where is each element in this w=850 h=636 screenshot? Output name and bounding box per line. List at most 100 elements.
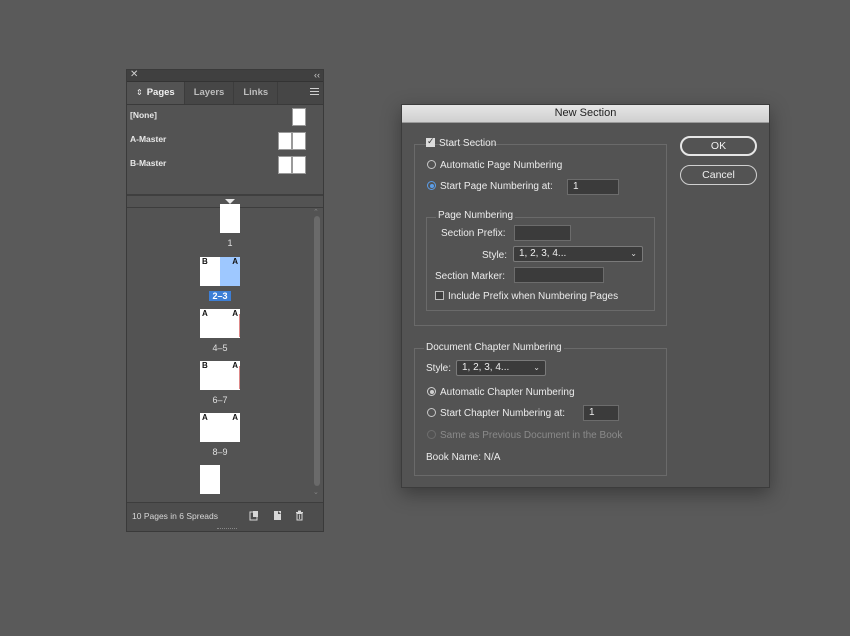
page-master-letter: A	[232, 309, 238, 318]
close-icon[interactable]: ✕	[130, 69, 138, 81]
automatic-page-numbering-radio[interactable]: Automatic Page Numbering	[427, 160, 562, 171]
page-edge	[239, 314, 240, 337]
master-b[interactable]: B-Master	[130, 158, 166, 168]
tab-pages[interactable]: ⇕ Pages	[127, 82, 185, 104]
style-label: Style:	[482, 250, 508, 261]
radio-on-icon[interactable]	[427, 387, 436, 396]
spread-label-text: 4–5	[212, 343, 228, 353]
pages-area: 1 B A 2–3 A A 4–5 B A 6–7 A A 8–9 ⌃ ⌄	[127, 196, 323, 512]
cancel-button[interactable]: Cancel	[680, 165, 757, 185]
spread-label-text: 2–3	[209, 291, 231, 301]
chapter-numbering-legend: Document Chapter Numbering	[424, 342, 564, 353]
book-name-text: Book Name: N/A	[426, 452, 501, 463]
panel-menu-icon[interactable]	[310, 88, 319, 95]
start-chapter-number-field[interactable]: 1	[583, 405, 619, 421]
checkbox-unchecked-icon[interactable]	[435, 291, 444, 300]
panel-titlebar: ✕ ‹‹	[127, 69, 323, 82]
page-thumbnail[interactable]	[220, 204, 240, 233]
master-none-label: [None]	[130, 110, 157, 120]
checkbox-checked-icon[interactable]	[426, 136, 435, 147]
page-thumbnail[interactable]	[200, 465, 220, 494]
page-master-letter: A	[202, 413, 208, 422]
section-marker-label: Section Marker:	[435, 271, 506, 282]
spread-label: 8–9	[190, 447, 250, 457]
page-thumbnail[interactable]: A	[220, 309, 240, 338]
chapter-style-value: 1, 2, 3, 4...	[462, 362, 510, 373]
master-a[interactable]: A-Master	[130, 134, 166, 144]
same-as-previous-radio: Same as Previous Document in the Book	[427, 430, 622, 441]
resize-grip[interactable]	[217, 528, 237, 531]
start-page-numbering-label: Start Page Numbering at:	[440, 181, 553, 192]
section-marker-field[interactable]	[514, 267, 604, 283]
page-master-letter: A	[202, 309, 208, 318]
page-thumbnail[interactable]: A	[220, 361, 240, 390]
include-prefix-checkbox[interactable]: Include Prefix when Numbering Pages	[435, 291, 618, 302]
start-section-label: Start Section	[439, 138, 497, 149]
scroll-up-icon[interactable]: ⌃	[313, 208, 319, 216]
spread-label-text: 8–9	[212, 447, 228, 457]
master-none-thumbnail[interactable]	[292, 108, 306, 126]
master-a-right-thumbnail[interactable]	[292, 132, 306, 150]
include-prefix-label: Include Prefix when Numbering Pages	[448, 291, 619, 302]
start-page-number-field[interactable]: 1	[567, 179, 619, 195]
spread-label-text: 1	[227, 238, 233, 248]
master-b-left-thumbnail[interactable]	[278, 156, 292, 174]
master-none[interactable]: [None]	[130, 110, 157, 120]
section-prefix-field[interactable]	[514, 225, 571, 241]
page-thumbnail[interactable]: A	[200, 413, 220, 442]
chevron-down-icon: ⌄	[630, 249, 637, 258]
start-page-numbering-radio[interactable]: Start Page Numbering at:	[427, 181, 553, 192]
page-master-letter: A	[232, 257, 238, 266]
page-thumbnail[interactable]: A	[220, 413, 240, 442]
master-a-left-thumbnail[interactable]	[278, 132, 292, 150]
tab-layers-label: Layers	[193, 87, 225, 98]
scroll-thumb[interactable]	[314, 216, 320, 486]
sort-arrows-icon: ⇕	[136, 88, 143, 97]
radio-on-icon[interactable]	[427, 181, 436, 190]
spread-label: 1	[200, 238, 260, 248]
page-style-select[interactable]: 1, 2, 3, 4... ⌄	[513, 246, 643, 262]
panel-footer: 10 Pages in 6 Spreads	[127, 502, 323, 531]
tab-pages-label: Pages	[146, 87, 175, 98]
page-master-letter: B	[202, 257, 208, 266]
chapter-style-label: Style:	[426, 363, 452, 374]
trash-icon[interactable]	[294, 510, 305, 521]
edit-page-size-icon[interactable]	[249, 510, 260, 521]
page-style-value: 1, 2, 3, 4...	[519, 248, 567, 259]
pages-panel: ✕ ‹‹ ⇕ Pages Layers Links [None] A-Master…	[126, 69, 324, 532]
start-chapter-numbering-radio[interactable]: Start Chapter Numbering at:	[427, 408, 565, 419]
pages-scrollbar[interactable]: ⌃ ⌄	[313, 208, 320, 498]
scroll-down-icon[interactable]: ⌄	[313, 488, 319, 496]
radio-off-icon[interactable]	[427, 160, 436, 169]
radio-disabled-icon	[427, 430, 436, 439]
start-section-checkbox[interactable]: Start Section	[426, 136, 497, 149]
page-count-text: 10 Pages in 6 Spreads	[132, 511, 219, 521]
chapter-style-select[interactable]: 1, 2, 3, 4... ⌄	[456, 360, 546, 376]
new-page-icon[interactable]	[272, 510, 283, 521]
section-prefix-label: Section Prefix:	[441, 228, 506, 239]
page-thumbnail[interactable]: B	[200, 361, 220, 390]
automatic-chapter-numbering-radio[interactable]: Automatic Chapter Numbering	[427, 387, 575, 398]
spread-label: 4–5	[190, 343, 250, 353]
master-b-right-thumbnail[interactable]	[292, 156, 306, 174]
tab-layers[interactable]: Layers	[185, 82, 235, 104]
new-section-dialog: New Section Start Section Automatic Page…	[401, 104, 770, 488]
tab-links-label: Links	[243, 87, 269, 98]
automatic-chapter-label: Automatic Chapter Numbering	[440, 387, 575, 398]
tab-links[interactable]: Links	[234, 82, 279, 104]
panel-tabs: ⇕ Pages Layers Links	[127, 82, 323, 105]
page-master-letter: B	[202, 361, 208, 370]
radio-off-icon[interactable]	[427, 408, 436, 417]
masters-section: [None] A-Master B-Master	[127, 105, 323, 208]
page-thumbnail[interactable]: A	[200, 309, 220, 338]
start-chapter-label: Start Chapter Numbering at:	[440, 408, 566, 419]
page-edge	[239, 366, 240, 389]
page-thumbnail[interactable]: B	[200, 257, 220, 286]
page-numbering-legend: Page Numbering	[436, 210, 516, 221]
ok-button[interactable]: OK	[680, 136, 757, 156]
collapse-icon[interactable]: ‹‹	[314, 69, 320, 81]
page-master-letter: A	[232, 413, 238, 422]
page-thumbnail-selected[interactable]: A	[220, 257, 240, 286]
spread-label-selected: 2–3	[190, 291, 250, 301]
page-master-letter: A	[232, 361, 238, 370]
